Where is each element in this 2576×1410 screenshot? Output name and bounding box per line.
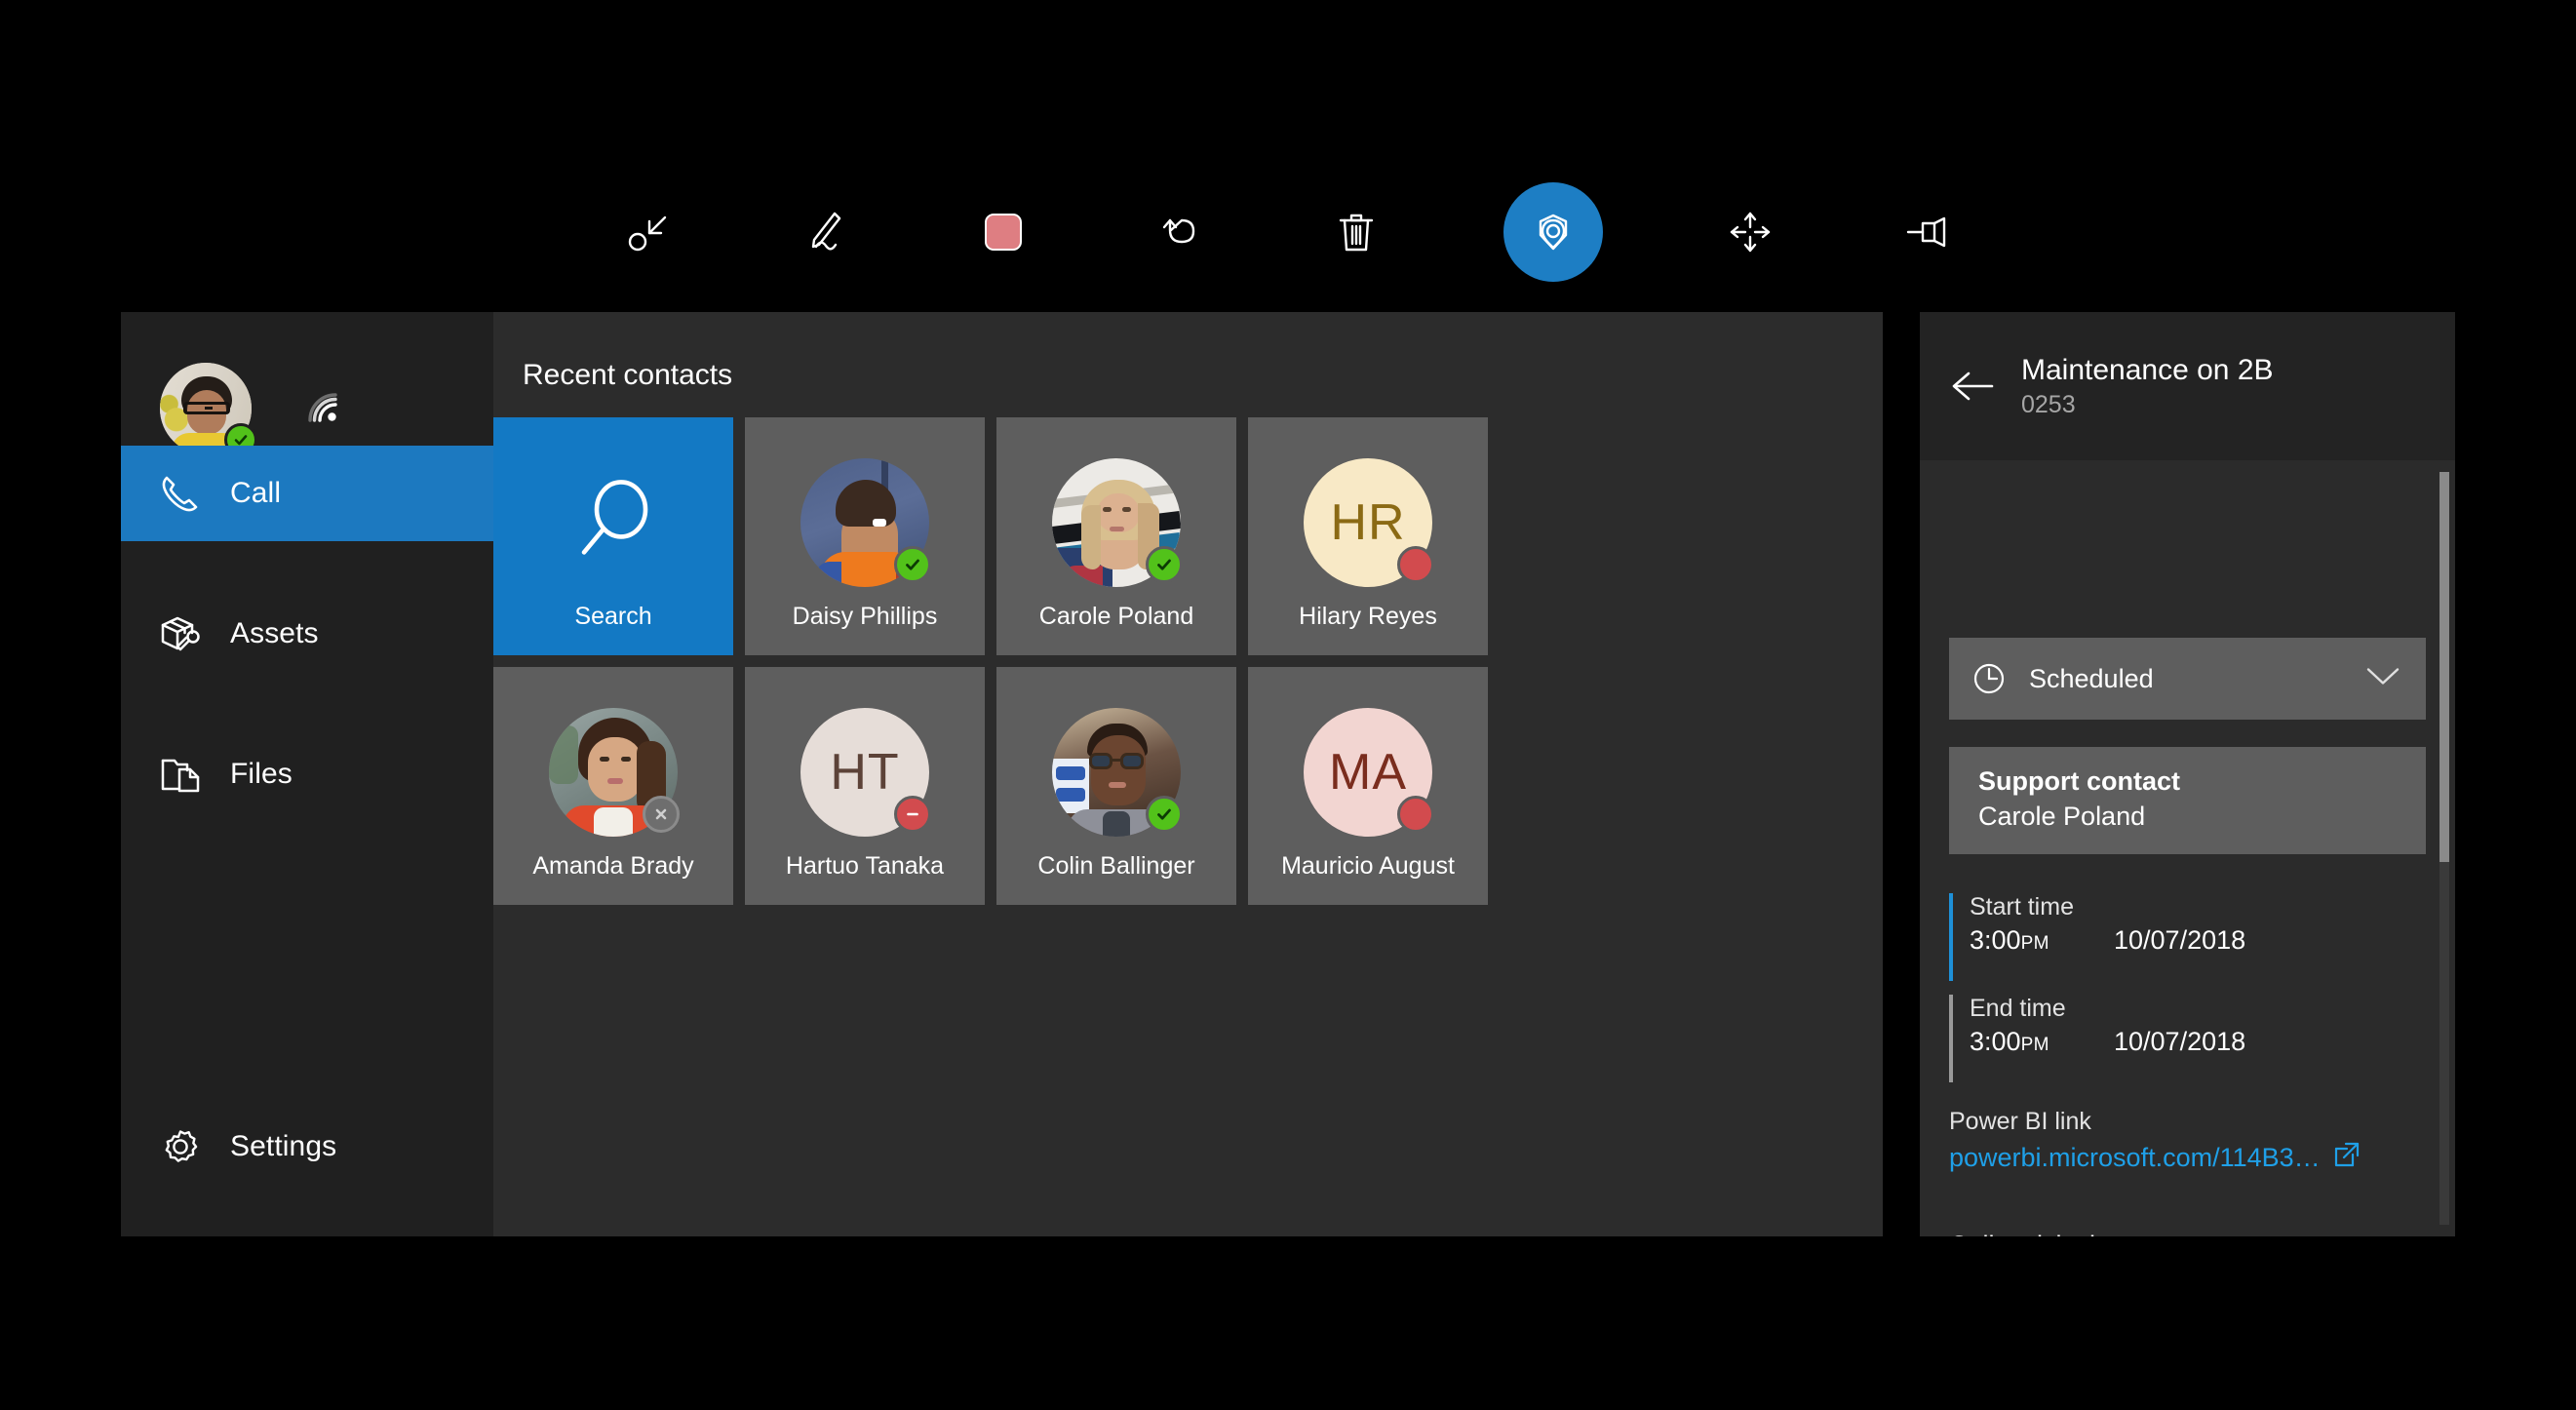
presence-busy-badge (894, 796, 931, 833)
support-contact-value: Carole Poland (1978, 802, 2146, 831)
sidebar-item-settings[interactable]: Settings (121, 1099, 493, 1195)
start-time-label: Start time (1970, 893, 2074, 920)
start-time-clock: 3:00 (1970, 925, 2021, 955)
contact-card[interactable]: Colin Ballinger (996, 667, 1236, 905)
contact-card[interactable]: MA Mauricio August (1248, 667, 1488, 905)
status-label: Scheduled (2029, 663, 2154, 693)
app-window: Call Assets Files Settings Recent contac… (121, 312, 2455, 1236)
gear-icon (158, 1124, 216, 1169)
presence-busy-badge (1397, 796, 1434, 833)
start-accent-bar (1949, 893, 1953, 981)
sidebar-item-assets[interactable]: Assets (121, 586, 493, 682)
start-date-value: 10/07/2018 (2114, 925, 2246, 955)
details-panel: Maintenance on 2B 0253 Scheduled Support… (1920, 312, 2455, 1236)
contact-avatar: MA (1304, 708, 1434, 837)
select-arrow-icon[interactable] (621, 203, 680, 261)
search-tile-label: Search (574, 603, 652, 630)
contact-card[interactable]: Daisy Phillips (745, 417, 985, 655)
panel-scrollbar-thumb[interactable] (2439, 472, 2449, 862)
powerbi-link[interactable]: powerbi.microsoft.com/114B3… (1949, 1141, 2361, 1175)
end-date-value: 10/07/2018 (2114, 1027, 2246, 1056)
contact-name: Carole Poland (1038, 603, 1194, 630)
sidebar-item-label: Settings (230, 1130, 337, 1162)
undo-icon[interactable] (1151, 203, 1209, 261)
anchor-place-icon[interactable] (1503, 181, 1603, 282)
contact-avatar: HT (800, 708, 931, 837)
presence-busy-badge (1397, 546, 1434, 583)
contact-avatar (549, 708, 680, 837)
panel-scrollbar[interactable] (2439, 472, 2449, 1225)
powerbi-link-text: powerbi.microsoft.com/114B3… (1949, 1143, 2321, 1172)
sidebar-item-call[interactable]: Call (121, 446, 493, 541)
contacts-grid: Search Daisy Phillips Carole Poland HR H… (493, 417, 1883, 1236)
call-activity-logs-label: Call activity logs (1949, 1231, 2138, 1236)
contact-name: Daisy Phillips (792, 603, 938, 630)
start-time-row: Start time 3:00PM 10/07/2018 (1949, 893, 2426, 981)
search-icon (563, 470, 664, 576)
start-time-value: 3:00PM (1970, 925, 2114, 956)
sidebar-item-label: Call (230, 477, 282, 509)
end-time-row: End time 3:00PM 10/07/2018 (1949, 995, 2426, 1082)
support-contact-label: Support contact (1978, 766, 2180, 796)
powerbi-label: Power BI link (1949, 1108, 2091, 1135)
contact-avatar: HR (1304, 458, 1434, 587)
contact-card[interactable]: Amanda Brady (493, 667, 733, 905)
phone-icon (158, 471, 216, 516)
sidebar: Call Assets Files Settings (121, 312, 493, 1236)
presence-offline-badge (643, 796, 680, 833)
presence-available-badge (1146, 796, 1183, 833)
box-wrench-icon (158, 611, 216, 656)
end-time-value: 3:00PM (1970, 1027, 2114, 1057)
color-swatch-icon[interactable] (974, 203, 1033, 261)
contact-name: Mauricio August (1281, 852, 1455, 880)
ink-pen-icon[interactable] (798, 203, 856, 261)
end-time-clock: 3:00 (1970, 1027, 2021, 1056)
main-content: Recent contacts Search Daisy Phillips Ca… (493, 312, 1883, 1236)
delete-trash-icon[interactable] (1327, 203, 1386, 261)
annotation-toolbar (0, 171, 2576, 293)
sidebar-item-files[interactable]: Files (121, 726, 493, 822)
signal-strength-icon (300, 385, 343, 433)
end-accent-bar (1949, 995, 1953, 1082)
contact-name: Colin Ballinger (1037, 852, 1195, 880)
contact-card[interactable]: HR Hilary Reyes (1248, 417, 1488, 655)
avatar[interactable] (160, 363, 257, 456)
sidebar-item-label: Assets (230, 617, 319, 649)
presence-available-badge (1146, 546, 1183, 583)
panel-body: Scheduled Support contact Carole Poland … (1920, 460, 2455, 1236)
panel-header: Maintenance on 2B 0253 (1920, 312, 2455, 460)
move-arrows-icon[interactable] (1721, 203, 1779, 261)
start-time-ampm: PM (2020, 933, 2049, 954)
back-arrow-icon[interactable] (1949, 367, 1998, 406)
chevron-down-icon[interactable] (2365, 666, 2400, 692)
contact-name: Hilary Reyes (1299, 603, 1437, 630)
presence-available-badge (894, 546, 931, 583)
status-dropdown[interactable]: Scheduled (1949, 638, 2426, 720)
folder-file-icon (158, 752, 216, 797)
powerbi-section: Power BI link powerbi.microsoft.com/114B… (1949, 1108, 2361, 1175)
search-tile[interactable]: Search (493, 417, 733, 655)
contact-name: Amanda Brady (532, 852, 694, 880)
panel-subtitle: 0253 (2021, 390, 2076, 418)
panel-title: Maintenance on 2B (2021, 354, 2274, 387)
pin-icon[interactable] (1897, 203, 1956, 261)
contact-avatar (1052, 708, 1183, 837)
contact-avatar (800, 458, 931, 587)
clock-icon (1971, 660, 2008, 697)
color-swatch-fill (984, 213, 1022, 251)
contact-avatar (1052, 458, 1183, 587)
sidebar-item-label: Files (230, 758, 293, 790)
contact-name: Hartuo Tanaka (785, 852, 945, 880)
contact-card[interactable]: Carole Poland (996, 417, 1236, 655)
page-title: Recent contacts (523, 359, 733, 391)
contact-card[interactable]: HT Hartuo Tanaka (745, 667, 985, 905)
end-time-ampm: PM (2020, 1035, 2049, 1055)
external-link-icon (2333, 1141, 2361, 1175)
support-contact-card[interactable]: Support contact Carole Poland (1949, 747, 2426, 854)
end-time-label: End time (1970, 995, 2066, 1022)
